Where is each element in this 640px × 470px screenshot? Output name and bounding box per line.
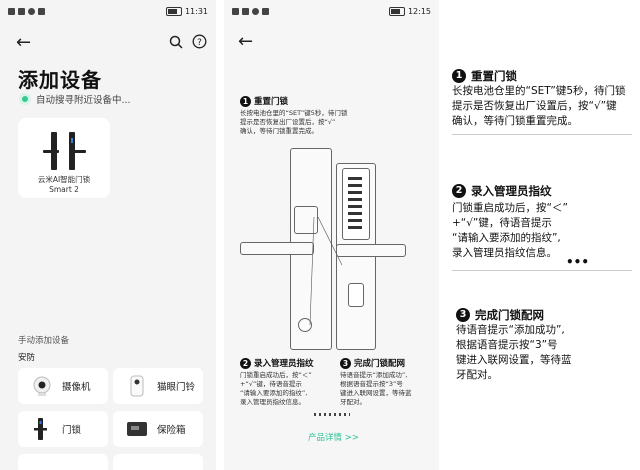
scan-text: 自动搜寻附近设备中... — [36, 95, 131, 106]
battery-icon — [388, 6, 405, 16]
camera-icon — [30, 374, 54, 398]
signal-icon — [18, 7, 25, 15]
safe-icon — [125, 417, 149, 441]
inner-handle — [240, 242, 314, 255]
manual-add-label: 手动添加设备 — [18, 336, 70, 346]
doorbell-icon — [125, 374, 149, 398]
notification-icon — [262, 7, 269, 15]
annotation-2-text: 门锁重启成功后，按“＜” +“√”键，待语音提示 “请输入要添加的指纹”, 录入管理员… — [452, 202, 568, 259]
status-bar: 12:15 — [224, 0, 439, 22]
step1-title: 1 重置门锁 — [240, 95, 288, 107]
step3-text: 待语音提示“添加成功”, 根据语音提示按“3”号 键进入联网设置，等待蓝 牙配对。 — [340, 371, 412, 406]
scan-status: 自动搜寻附近设备中... — [22, 92, 131, 106]
tile-doorbell[interactable]: 猫眼门铃 — [113, 368, 203, 404]
tile-label: 门锁 — [62, 425, 82, 436]
scanning-indicator — [22, 96, 28, 102]
divider — [452, 270, 632, 271]
annotation-3-text: 待语音提示“添加成功”, 根据语音提示按“3”号 键进入联网设置，等待蓝 牙配对。 — [456, 324, 572, 381]
door-lock-icon — [30, 417, 54, 441]
page-indicator — [314, 413, 350, 416]
annotation-1-text: 长按电池仓里的“SET”键5秒，待门锁 提示是否恢复出厂设置后，按“√”键 确认，等… — [452, 85, 626, 127]
back-arrow-icon[interactable]: ← — [16, 34, 31, 52]
notification-icon — [38, 7, 45, 15]
keypad-buttons — [348, 173, 362, 233]
step3-title: 3 完成门锁配网 — [340, 357, 405, 369]
svg-text:?: ? — [197, 38, 202, 48]
back-arrow-icon[interactable]: ← — [238, 33, 253, 51]
found-device-card[interactable]: 云米AI智能门锁 Smart 2 — [18, 118, 110, 198]
tile-door-lock[interactable]: 门锁 — [18, 411, 108, 447]
help-icon[interactable]: ? — [192, 34, 207, 49]
tile-safe[interactable]: 保险箱 — [113, 411, 203, 447]
step1-text: 长按电池仓里的“SET”键5秒，待门锁 提示是否恢复出厂设置后，按“√” 确认，等待… — [240, 109, 348, 135]
annotation-1-title: 1 重置门锁 — [452, 68, 517, 84]
tile-label: 保险箱 — [157, 425, 186, 436]
search-icon[interactable] — [169, 35, 183, 49]
divider — [452, 134, 632, 135]
wifi-icon — [28, 7, 35, 15]
category-security: 安防 — [18, 353, 36, 363]
status-bar: 11:31 — [0, 0, 216, 22]
product-details-link[interactable]: 产品详情 >> — [308, 431, 359, 443]
ellipsis: ••• — [566, 255, 590, 269]
step2-title: 2 录入管理员指纹 — [240, 357, 314, 369]
tile-partial[interactable] — [113, 454, 203, 470]
tile-partial[interactable] — [18, 454, 108, 470]
add-device-screen: 11:31 ← ? 添加设备 自动搜寻附近设备中... 云米AI智能门锁 Smar… — [0, 0, 216, 470]
fingerprint-sensor — [348, 283, 364, 307]
status-time: 12:15 — [407, 6, 431, 16]
battery-icon — [165, 6, 182, 16]
step2-text: 门锁重启成功后，按“＜” +“√”键，待语音提示 “请输入要添加的指纹”, 录入管理员… — [240, 371, 312, 406]
tile-label: 猫眼门铃 — [157, 382, 196, 393]
device-name: 云米AI智能门锁 Smart 2 — [37, 175, 91, 194]
signal-icon — [8, 7, 15, 15]
smart-lock-icon — [43, 132, 86, 170]
signal-icon — [242, 7, 249, 15]
pointer-lines — [309, 216, 343, 326]
page-title: 添加设备 — [18, 68, 102, 92]
annotation-2-title: 2 录入管理员指纹 — [452, 183, 552, 199]
annotation-3-title: 3 完成门锁配网 — [456, 307, 544, 323]
tile-label: 摄像机 — [62, 382, 91, 393]
status-time: 11:31 — [184, 6, 208, 16]
tile-camera[interactable]: 摄像机 — [18, 368, 108, 404]
lock-setup-guide-screen: 12:15 ← 1 重置门锁 长按电池仓里的“SET”键5秒，待门锁 提示是否恢复出… — [224, 0, 439, 470]
signal-icon — [232, 7, 239, 15]
wifi-icon — [252, 7, 259, 15]
